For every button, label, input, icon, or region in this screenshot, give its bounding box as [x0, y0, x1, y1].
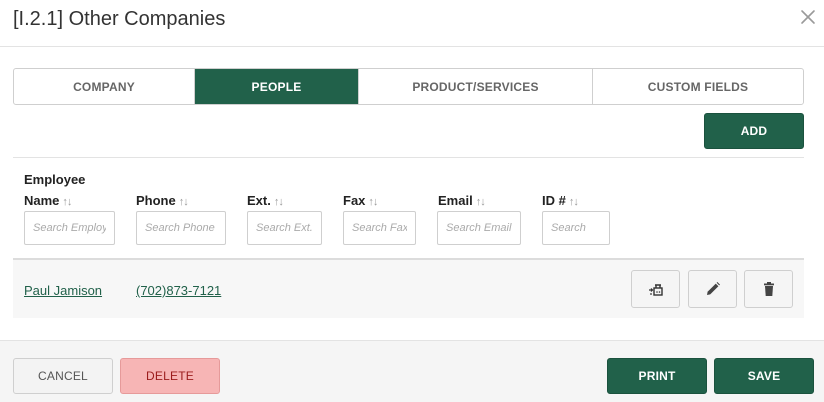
sort-icon[interactable]: ↑↓	[62, 196, 72, 208]
cancel-button[interactable]: CANCEL	[13, 358, 113, 394]
column-header-email-label: Email	[438, 193, 473, 208]
dialog-title: [I.2.1] Other Companies	[13, 8, 226, 30]
transfer-icon	[648, 284, 663, 296]
search-email-input[interactable]	[437, 211, 521, 245]
table-row: Paul Jamison (702)873-7121	[13, 258, 804, 318]
delete-button[interactable]: DELETE	[120, 358, 220, 394]
column-header-phone-label: Phone	[136, 193, 176, 208]
dialog-header: [I.2.1] Other Companies	[0, 0, 824, 47]
sort-icon[interactable]: ↑↓	[274, 196, 284, 208]
phone-link[interactable]: (702)873-7121	[136, 283, 221, 298]
column-header-name[interactable]: Name ↑↓	[24, 193, 72, 208]
column-header-name-label: Name	[24, 193, 60, 208]
column-header-fax-label: Fax	[343, 193, 366, 208]
tab-custom-fields[interactable]: CUSTOM FIELDS	[593, 69, 803, 104]
column-header-ext-label: Ext.	[247, 193, 271, 208]
section-divider	[13, 157, 804, 158]
print-button[interactable]: PRINT	[607, 358, 707, 394]
search-ext-input[interactable]	[247, 211, 322, 245]
tab-product-services[interactable]: PRODUCT/SERVICES	[359, 69, 593, 104]
save-button[interactable]: SAVE	[714, 358, 814, 394]
delete-row-button[interactable]	[744, 270, 793, 308]
close-icon	[801, 10, 815, 24]
sort-icon[interactable]: ↑↓	[179, 196, 189, 208]
search-employee-name-input[interactable]	[24, 211, 115, 245]
column-header-phone[interactable]: Phone ↑↓	[136, 193, 189, 208]
search-fax-input[interactable]	[343, 211, 416, 245]
sort-icon[interactable]: ↑↓	[569, 196, 579, 208]
employee-name-link[interactable]: Paul Jamison	[24, 283, 102, 298]
column-header-id-label: ID #	[542, 193, 566, 208]
column-header-id[interactable]: ID # ↑↓	[542, 193, 579, 208]
column-header-ext[interactable]: Ext. ↑↓	[247, 193, 284, 208]
search-id-input[interactable]	[542, 211, 610, 245]
column-header-fax[interactable]: Fax ↑↓	[343, 193, 378, 208]
tab-company[interactable]: COMPANY	[14, 69, 195, 104]
tab-bar: COMPANY PEOPLE PRODUCT/SERVICES CUSTOM F…	[13, 68, 804, 105]
add-button[interactable]: ADD	[704, 113, 804, 149]
sort-icon[interactable]: ↑↓	[476, 196, 486, 208]
edit-button[interactable]	[688, 270, 737, 308]
trash-icon	[763, 282, 774, 296]
dialog-footer: CANCEL DELETE PRINT SAVE	[0, 340, 824, 402]
pencil-icon	[706, 282, 720, 295]
tab-people[interactable]: PEOPLE	[195, 69, 359, 104]
column-header-email[interactable]: Email ↑↓	[438, 193, 486, 208]
search-phone-input[interactable]	[136, 211, 226, 245]
column-header-employee: Employee	[24, 172, 86, 187]
transfer-button[interactable]	[631, 270, 680, 308]
sort-icon[interactable]: ↑↓	[368, 196, 378, 208]
close-button[interactable]	[800, 9, 816, 25]
